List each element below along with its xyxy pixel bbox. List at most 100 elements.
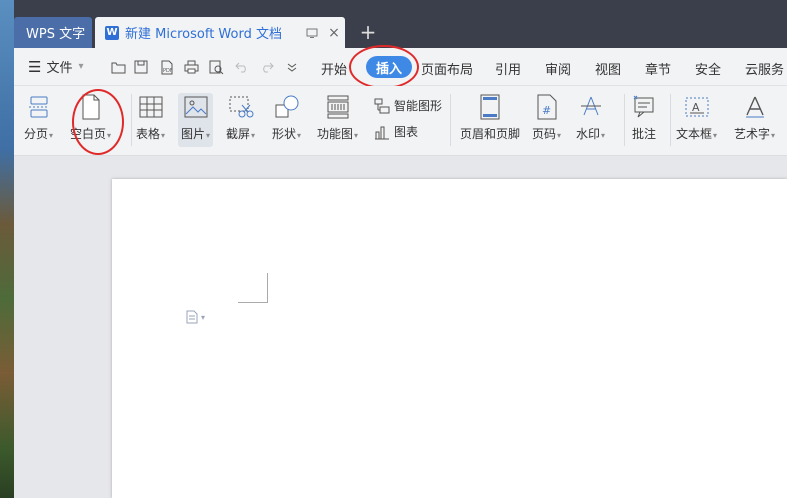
desktop-background xyxy=(0,0,14,498)
table-button[interactable]: 表格▾ xyxy=(136,94,165,142)
comment-icon xyxy=(631,94,657,120)
tab-wps-writer[interactable]: WPS 文字 xyxy=(14,17,92,48)
chevron-down-icon: ▾ xyxy=(354,131,359,140)
file-menu-button[interactable]: ☰ 文件 ▾ xyxy=(28,57,84,77)
ribbon-divider xyxy=(624,94,625,146)
shape-button[interactable]: 形状▾ xyxy=(272,94,301,142)
text-box-label: 文本框 xyxy=(676,127,713,141)
ribbon-divider xyxy=(450,94,451,146)
page-break-button[interactable]: 分页▾ xyxy=(24,94,53,142)
chevron-down-icon: ▾ xyxy=(297,131,302,140)
smart-shape-label: 智能图形 xyxy=(394,99,443,113)
paste-options-icon[interactable]: ▾ xyxy=(186,310,205,324)
page-margin-corner-mark xyxy=(238,273,268,303)
chevron-down-icon: ▾ xyxy=(771,131,776,140)
menu-icon: ☰ xyxy=(28,57,42,76)
svg-text:A: A xyxy=(692,101,700,114)
comment-label: 批注 xyxy=(631,127,656,141)
watermark-icon xyxy=(578,94,604,120)
table-icon xyxy=(138,94,164,120)
customize-toolbar-icon[interactable] xyxy=(283,58,301,76)
function-chart-label: 功能图 xyxy=(317,127,354,141)
table-label: 表格 xyxy=(136,127,161,141)
menu-bar: ☰ 文件 ▾ PDF 开始 插入 页面布局 引用 审阅 视图 章节 安全 云服务 xyxy=(14,45,787,89)
open-folder-icon[interactable] xyxy=(109,58,127,76)
header-footer-icon xyxy=(477,94,503,120)
tab-sections[interactable]: 章节 xyxy=(645,59,671,78)
page-number-button[interactable]: # 页码▾ xyxy=(532,94,561,142)
tab-review[interactable]: 审阅 xyxy=(545,59,571,78)
chevron-down-icon: ▾ xyxy=(78,61,84,72)
blank-page-button[interactable]: 空白页▾ xyxy=(70,94,111,142)
watermark-label: 水印 xyxy=(576,127,601,141)
function-chart-icon xyxy=(325,94,351,120)
smart-shape-button[interactable]: 智能图形 xyxy=(374,97,442,114)
document-canvas[interactable]: ▾ xyxy=(14,156,787,498)
chevron-down-icon: ▾ xyxy=(251,131,256,140)
shape-icon xyxy=(274,94,300,120)
tab-references[interactable]: 引用 xyxy=(495,59,521,78)
chart-icon xyxy=(374,124,390,140)
file-menu-label: 文件 xyxy=(46,61,73,76)
page-number-icon: # xyxy=(534,94,560,120)
ribbon-divider xyxy=(131,94,132,146)
header-footer-button[interactable]: 页眉和页脚 xyxy=(460,94,520,142)
page-break-icon xyxy=(26,94,52,120)
new-tab-button[interactable]: + xyxy=(356,20,380,44)
save-icon[interactable] xyxy=(132,58,150,76)
word-art-button[interactable]: 艺术字▾ xyxy=(734,94,775,142)
chevron-down-icon: ▾ xyxy=(107,131,112,140)
screenshot-button[interactable]: 截屏▾ xyxy=(226,94,255,142)
chart-label: 图表 xyxy=(394,125,419,139)
tab-view[interactable]: 视图 xyxy=(595,59,621,78)
text-box-icon: A xyxy=(684,94,710,120)
svg-text:PDF: PDF xyxy=(163,68,173,74)
print-icon[interactable] xyxy=(182,58,200,76)
redo-icon[interactable] xyxy=(258,58,276,76)
chevron-down-icon: ▾ xyxy=(49,131,54,140)
word-doc-icon: W xyxy=(105,25,119,40)
text-box-button[interactable]: A 文本框▾ xyxy=(676,94,717,142)
function-chart-button[interactable]: 功能图▾ xyxy=(317,94,358,142)
picture-icon xyxy=(183,94,209,120)
picture-button[interactable]: 图片▾ xyxy=(178,93,214,147)
chart-button[interactable]: 图表 xyxy=(374,123,418,140)
blank-page-icon xyxy=(78,94,104,120)
screenshot-icon xyxy=(228,94,254,120)
tab-page-layout[interactable]: 页面布局 xyxy=(421,59,473,78)
chevron-down-icon: ▾ xyxy=(713,131,718,140)
close-tab-icon[interactable]: × xyxy=(323,22,345,44)
ribbon-divider xyxy=(670,94,671,146)
watermark-button[interactable]: 水印▾ xyxy=(576,94,605,142)
document-page[interactable]: ▾ xyxy=(112,179,787,498)
tab-insert[interactable]: 插入 xyxy=(366,56,413,78)
tab-cloud-services[interactable]: 云服务 xyxy=(745,59,784,78)
screenshot-label: 截屏 xyxy=(226,127,251,141)
word-art-icon xyxy=(742,94,768,120)
title-bar: WPS 文字 W 新建 Microsoft Word 文档 × + xyxy=(14,0,787,48)
blank-page-label: 空白页 xyxy=(70,127,107,141)
insert-ribbon: 分页▾ 空白页▾ 表格▾ 图片▾ 截屏▾ 形状▾ 功能图▾ 智能图形 图表 页眉… xyxy=(14,86,787,156)
print-preview-icon[interactable] xyxy=(207,58,225,76)
tab-security[interactable]: 安全 xyxy=(695,59,721,78)
word-art-label: 艺术字 xyxy=(734,127,771,141)
chevron-down-icon: ▾ xyxy=(201,312,206,322)
chevron-down-icon: ▾ xyxy=(206,131,211,140)
header-footer-label: 页眉和页脚 xyxy=(460,127,521,141)
chevron-down-icon: ▾ xyxy=(601,131,606,140)
chevron-down-icon: ▾ xyxy=(557,131,562,140)
float-window-icon[interactable] xyxy=(301,22,323,44)
shape-label: 形状 xyxy=(272,127,297,141)
tab-document-label: 新建 Microsoft Word 文档 xyxy=(125,27,282,42)
chevron-down-icon: ▾ xyxy=(161,131,166,140)
export-pdf-icon[interactable]: PDF xyxy=(158,58,176,76)
smart-shape-icon xyxy=(374,98,390,114)
picture-label: 图片 xyxy=(181,127,206,141)
undo-icon[interactable] xyxy=(233,58,251,76)
tab-document[interactable]: W 新建 Microsoft Word 文档 × xyxy=(95,17,345,48)
tab-home[interactable]: 开始 xyxy=(321,59,347,78)
page-number-label: 页码 xyxy=(532,127,557,141)
svg-text:#: # xyxy=(542,104,551,117)
comment-button[interactable]: 批注 xyxy=(631,94,657,142)
tab-wps-label: WPS 文字 xyxy=(26,27,86,42)
